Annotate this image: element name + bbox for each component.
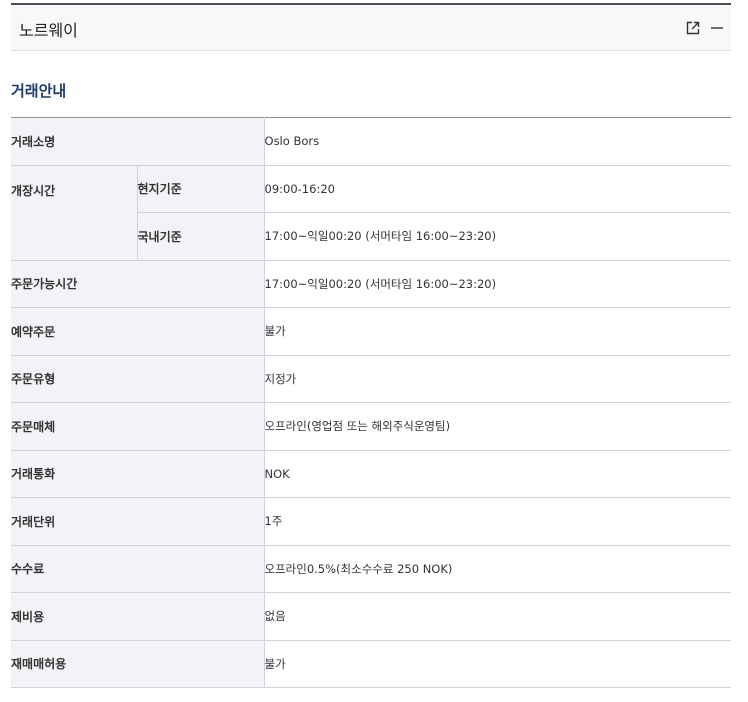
table-row: 개장시간 현지기준 09:00-16:20 bbox=[11, 165, 731, 261]
trading-info-table: 거래소명 Oslo Bors 개장시간 현지기준 09:00-16:20 국내기… bbox=[11, 117, 731, 688]
row-label-currency: 거래통화 bbox=[11, 450, 265, 498]
row-value-currency: NOK bbox=[264, 450, 731, 498]
row-value-local-time: 09:00-16:20 bbox=[264, 165, 731, 213]
row-sublabel-domestic-time: 국내기준 bbox=[137, 212, 265, 261]
row-value-resale: 불가 bbox=[264, 640, 731, 688]
row-label-unit: 거래단위 bbox=[11, 497, 265, 546]
table-row: 예약주문 불가 bbox=[11, 307, 731, 356]
row-label-reserve-order: 예약주문 bbox=[11, 307, 265, 356]
row-label-trading-hours: 개장시간 bbox=[11, 165, 138, 261]
table-row: 주문가능시간 17:00~익일00:20 (서머타임 16:00~23:20) bbox=[11, 260, 731, 308]
row-sublabel-local-time: 현지기준 bbox=[137, 165, 265, 213]
region-header-panel: 노르웨이 bbox=[11, 3, 731, 51]
external-link-icon[interactable] bbox=[685, 20, 701, 36]
region-title: 노르웨이 bbox=[19, 21, 78, 40]
minimize-icon[interactable] bbox=[709, 20, 725, 36]
table-row: 거래단위 1주 bbox=[11, 497, 731, 546]
row-value-fee: 오프라인0.5%(최소수수료 250 NOK) bbox=[264, 545, 731, 593]
table-row: 주문유형 지정가 bbox=[11, 355, 731, 403]
table-row: 거래소명 Oslo Bors bbox=[11, 117, 731, 166]
row-label-order-type: 주문유형 bbox=[11, 355, 265, 403]
row-value-order-channel: 오프라인(영업점 또는 해외주식운영팀) bbox=[264, 402, 731, 451]
row-label-order-channel: 주문매체 bbox=[11, 402, 265, 451]
table-row: 제비용 없음 bbox=[11, 592, 731, 641]
row-label-other-costs: 제비용 bbox=[11, 592, 265, 641]
row-value-order-type: 지정가 bbox=[264, 355, 731, 403]
row-value-exchange-name: Oslo Bors bbox=[264, 117, 731, 166]
row-value-other-costs: 없음 bbox=[264, 592, 731, 641]
table-row: 재매매허용 불가 bbox=[11, 640, 731, 688]
row-value-reserve-order: 불가 bbox=[264, 307, 731, 356]
table-row: 수수료 오프라인0.5%(최소수수료 250 NOK) bbox=[11, 545, 731, 593]
row-value-unit: 1주 bbox=[264, 497, 731, 546]
table-row: 거래통화 NOK bbox=[11, 450, 731, 498]
row-label-resale: 재매매허용 bbox=[11, 640, 265, 688]
row-value-domestic-time: 17:00~익일00:20 (서머타임 16:00~23:20) bbox=[264, 212, 731, 261]
section-title: 거래안내 bbox=[11, 82, 67, 100]
table-row: 주문매체 오프라인(영업점 또는 해외주식운영팀) bbox=[11, 402, 731, 451]
row-label-exchange-name: 거래소명 bbox=[11, 117, 265, 166]
row-label-order-hours: 주문가능시간 bbox=[11, 260, 265, 308]
row-label-fee: 수수료 bbox=[11, 545, 265, 593]
header-actions bbox=[685, 20, 725, 36]
row-value-order-hours: 17:00~익일00:20 (서머타임 16:00~23:20) bbox=[264, 260, 731, 308]
